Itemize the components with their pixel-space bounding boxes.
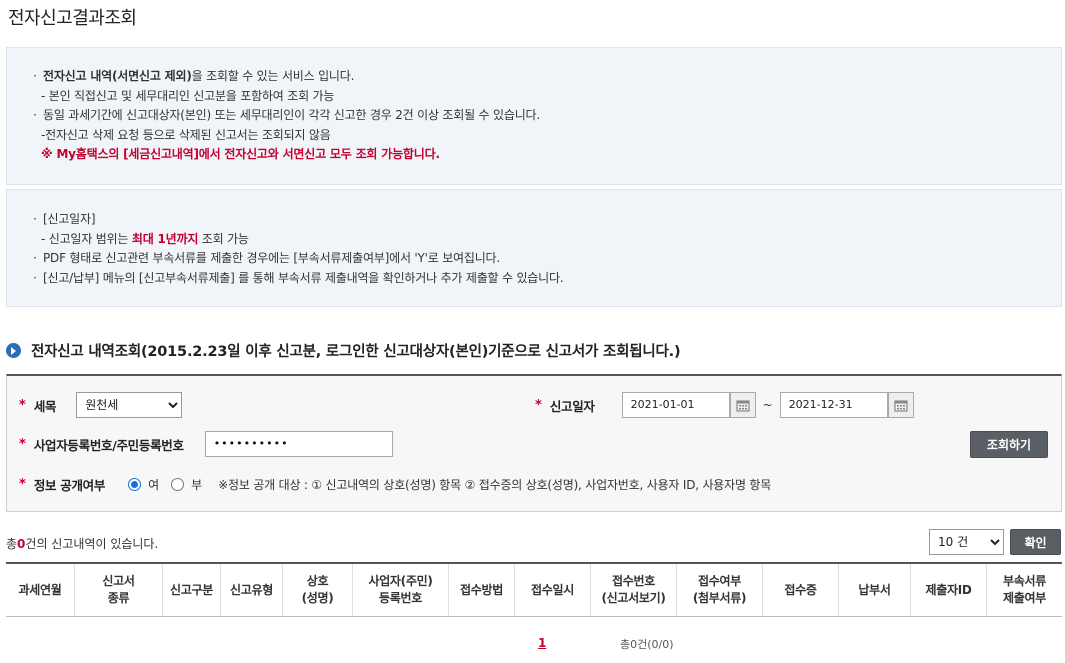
range-separator: ~ bbox=[762, 398, 773, 412]
notice-text: [신고/납부] 메뉴의 [신고부속서류제출] 를 통해 부속서류 제출내역을 확… bbox=[43, 270, 564, 285]
column-header: 접수증 bbox=[762, 564, 838, 616]
column-header-text: 접수일시 bbox=[531, 582, 574, 597]
column-header: 제출자ID bbox=[910, 564, 986, 616]
column-header: 상호 (성명) bbox=[282, 564, 352, 616]
notice-text: - 신고일자 범위는 bbox=[41, 231, 132, 246]
notice-text: 동일 과세기간에 신고대상자(본인) 또는 세무대리인이 각각 신고한 경우 2… bbox=[43, 108, 540, 122]
notice-line: -전자신고 삭제 요청 등으로 삭제된 신고서는 조회되지 않음 bbox=[41, 127, 331, 142]
notice-text: PDF 형태로 신고관련 부속서류를 제출한 경우에는 [부속서류제출여부]에서… bbox=[43, 251, 501, 265]
notice-highlight-line: ※ My홈택스의 [세금신고내역]에서 전자신고와 서면신고 모두 조회 가능합… bbox=[41, 147, 440, 161]
date-from-input[interactable]: 2021-01-01 bbox=[621, 392, 730, 418]
disclosure-no-label[interactable]: 부 bbox=[191, 476, 202, 493]
result-count: 총0건의 신고내역이 있습니다. bbox=[6, 535, 158, 552]
required-mark: * bbox=[19, 397, 26, 413]
column-header: 접수번호 (신고서보기) bbox=[590, 564, 676, 616]
column-header-text: 신고서 bbox=[102, 574, 135, 588]
column-header: 부속서류제출여부 bbox=[986, 564, 1062, 616]
notice-text: 조회 가능 bbox=[198, 231, 249, 246]
column-header-text: (성명) bbox=[301, 591, 334, 605]
column-header-text: 납부서 bbox=[858, 582, 891, 597]
notice-bold-text: 전자신고 내역(서면신고 제외) bbox=[43, 69, 192, 83]
calendar-icon[interactable] bbox=[729, 392, 756, 418]
notice-line: · 동일 과세기간에 신고대상자(본인) 또는 세무대리인이 각각 신고한 경우 … bbox=[33, 108, 540, 122]
column-header-text: (첨부서류) bbox=[692, 591, 747, 605]
column-header-text: 상호 bbox=[306, 574, 329, 588]
column-header: 접수여부 (첨부서류) bbox=[676, 564, 762, 616]
result-count-suffix: 건의 신고내역이 있습니다. bbox=[25, 537, 159, 551]
column-header-text: 등록번호 bbox=[379, 591, 422, 605]
arrow-circle-icon bbox=[6, 343, 21, 358]
notice-text: 을 조회할 수 있는 서비스 입니다. bbox=[191, 69, 355, 83]
tax-type-label: 세목 bbox=[33, 398, 57, 414]
calendar-icon[interactable] bbox=[887, 392, 914, 418]
notice-line: · [신고/납부] 메뉴의 [신고부속서류제출] 를 통해 부속서류 제출내역을 … bbox=[33, 270, 564, 285]
column-header: 접수방법 bbox=[448, 564, 514, 616]
column-header-text: (신고서보기) bbox=[601, 591, 666, 605]
required-mark: * bbox=[19, 436, 26, 452]
confirm-button[interactable]: 확인 bbox=[1010, 529, 1061, 555]
date-range-row: * 신고일자 2021-01-01 ~ 2021-12-31 bbox=[535, 392, 914, 418]
column-header-text: 제출여부 bbox=[1003, 591, 1046, 605]
column-header: 신고서종류 bbox=[74, 564, 162, 616]
tax-type-row: * 세목 원천세 bbox=[19, 392, 183, 418]
column-header: 과세연월 bbox=[6, 564, 74, 616]
disclosure-label: 정보 공개여부 bbox=[33, 478, 106, 493]
column-header: 신고유형 bbox=[220, 564, 282, 616]
notice-box-date: · [신고일자] - 신고일자 범위는 최대 1년까지 조회 가능 · PDF 형태… bbox=[6, 189, 1062, 307]
id-number-input[interactable]: •••••••••• bbox=[204, 431, 393, 457]
column-header-text: 접수증 bbox=[784, 582, 817, 597]
notice-box-service: · 전자신고 내역(서면신고 제외)을 조회할 수 있는 서비스 입니다. - 본… bbox=[6, 47, 1062, 185]
notice-line: · 전자신고 내역(서면신고 제외)을 조회할 수 있는 서비스 입니다. bbox=[33, 69, 355, 83]
column-header-text: 종류 bbox=[107, 591, 130, 605]
disclosure-yes-label[interactable]: 여 bbox=[148, 476, 159, 493]
column-header-text: 신고구분 bbox=[170, 582, 213, 597]
id-row: * 사업자등록번호/주민등록번호 •••••••••• bbox=[19, 431, 393, 457]
search-panel: * 세목 원천세 * 신고일자 2021-01-01 ~ 2021-12-31 … bbox=[6, 374, 1062, 512]
notice-line: - 신고일자 범위는 최대 1년까지 조회 가능 bbox=[33, 230, 1061, 250]
column-header: 사업자(주민) 등록번호 bbox=[352, 564, 448, 616]
disclosure-row: * 정보 공개여부 여 부 ※정보 공개 대상 : ① 신고내역의 상호(성명)… bbox=[19, 475, 771, 494]
required-mark: * bbox=[19, 477, 26, 492]
notice-line: - 본인 직접신고 및 세무대리인 신고분을 포함하여 조회 가능 bbox=[41, 88, 335, 103]
result-count-prefix: 총 bbox=[6, 537, 18, 551]
column-header-text: 과세연월 bbox=[18, 582, 62, 597]
column-header-text: 사업자(주민) bbox=[368, 574, 433, 588]
required-mark: * bbox=[535, 397, 542, 413]
pagination-total: 총0건(0/0) bbox=[620, 638, 674, 651]
disclosure-note: ※정보 공개 대상 : ① 신고내역의 상호(성명) 항목 ② 접수증의 상호(… bbox=[218, 478, 772, 492]
column-header-text: 접수번호 bbox=[612, 574, 655, 588]
date-label: 신고일자 bbox=[549, 398, 595, 414]
notice-line: · PDF 형태로 신고관련 부속서류를 제출한 경우에는 [부속서류제출여부]에… bbox=[33, 251, 501, 265]
column-header-text: 제출자ID bbox=[925, 582, 972, 597]
column-header: 납부서 bbox=[838, 564, 910, 616]
section-title: 전자신고 내역조회(2015.2.23일 이후 신고분, 로그인한 신고대상자(… bbox=[6, 340, 681, 361]
column-header-text: 신고유형 bbox=[230, 582, 273, 597]
tax-type-select[interactable]: 원천세 bbox=[76, 392, 183, 418]
search-button[interactable]: 조회하기 bbox=[970, 431, 1048, 458]
page-link-current[interactable]: 1 bbox=[538, 636, 546, 650]
column-header-text: 접수방법 bbox=[460, 582, 503, 597]
page-size-select[interactable]: 10 건 bbox=[929, 529, 1004, 555]
notice-line: · [신고일자] bbox=[33, 212, 96, 226]
page-title: 전자신고결과조회 bbox=[8, 8, 137, 29]
column-header: 신고구분 bbox=[162, 564, 220, 616]
id-label: 사업자등록번호/주민등록번호 bbox=[33, 437, 184, 453]
column-header: 접수일시 bbox=[514, 564, 590, 616]
column-header-text: 접수여부 bbox=[698, 574, 741, 588]
column-header-text: 부속서류 bbox=[1003, 574, 1046, 588]
disclosure-yes-radio[interactable] bbox=[128, 478, 142, 491]
date-to-input[interactable]: 2021-12-31 bbox=[779, 392, 888, 418]
disclosure-no-radio[interactable] bbox=[171, 478, 185, 491]
section-title-text: 전자신고 내역조회(2015.2.23일 이후 신고분, 로그인한 신고대상자(… bbox=[31, 344, 681, 360]
notice-red-text: 최대 1년까지 bbox=[131, 231, 199, 246]
notice-text: [신고일자] bbox=[43, 212, 96, 226]
results-table-header: 과세연월 신고서종류 신고구분 신고유형 상호 (성명) 사업자(주민) 등록번호 접수방법 접수… bbox=[6, 562, 1062, 617]
